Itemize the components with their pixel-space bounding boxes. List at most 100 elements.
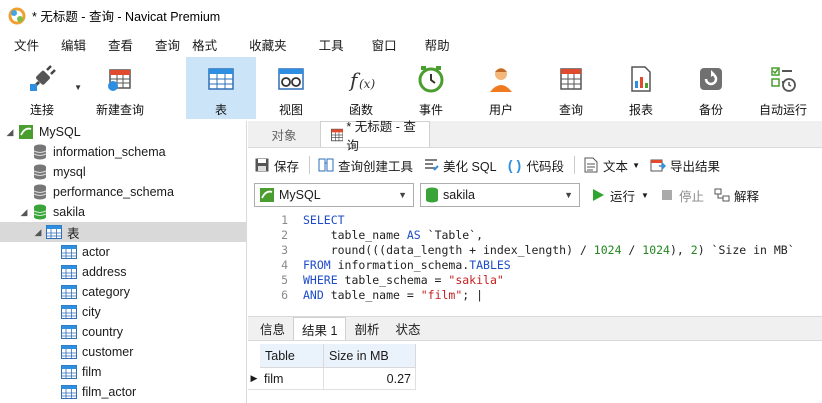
column-header-size[interactable]: Size in MB — [324, 344, 416, 368]
tree-table-category[interactable]: category — [61, 282, 130, 302]
automation-button[interactable]: 自动运行 — [746, 57, 820, 119]
new-query-button[interactable]: 新建查询 — [84, 57, 156, 119]
table-button[interactable]: 表 — [186, 57, 256, 119]
menu-tools[interactable]: 工具 — [311, 35, 352, 54]
export-icon — [650, 157, 666, 173]
sql-keyword: SELECT — [303, 213, 345, 227]
chevron-down-icon: ▼ — [564, 190, 573, 200]
tree-table-film[interactable]: film — [61, 362, 101, 382]
run-button[interactable]: 运行 ▼ — [590, 186, 649, 205]
text-label: 文本 — [603, 159, 629, 174]
query-label: 查询 — [558, 103, 583, 117]
table-icon — [61, 304, 77, 320]
tab-info[interactable]: 信息 — [252, 317, 293, 340]
menu-view[interactable]: 查看 — [100, 35, 141, 54]
sql-keyword: AS — [406, 228, 421, 242]
function-button[interactable]: f (x) 函数 — [326, 57, 396, 119]
sql-line-5: WHERE table_schema = "sakila" — [303, 273, 504, 287]
sql-number: 1024 — [642, 243, 670, 257]
tab-query[interactable]: * 无标题 - 查询 — [320, 120, 430, 153]
chevron-down-icon[interactable]: ▼ — [641, 191, 649, 200]
tab-profile[interactable]: 剖析 — [346, 317, 387, 340]
report-label: 报表 — [628, 103, 653, 117]
collapse-arrow-icon[interactable]: ◢ — [4, 127, 16, 138]
sql-line-2: table_name AS `Table`, — [303, 228, 484, 242]
tree-db-performance-schema[interactable]: performance_schema — [32, 182, 174, 202]
menu-help[interactable]: 帮助 — [417, 35, 458, 54]
column-header-table[interactable]: Table — [260, 344, 324, 368]
sql-line-3: round(((data_length + index_length) / 10… — [303, 243, 795, 257]
stop-button[interactable]: 停止 — [659, 186, 704, 205]
tab-result-1[interactable]: 结果 1 — [293, 317, 347, 340]
tab-objects[interactable]: 对象 — [248, 121, 320, 147]
explain-label: 解释 — [733, 189, 759, 204]
view-button[interactable]: 视图 — [256, 57, 326, 119]
connection-bar: MySQL ▼ sakila ▼ 运行 ▼ 停止 解释 — [248, 181, 822, 209]
tree-table-customer[interactable]: customer — [61, 342, 133, 362]
connect-button[interactable]: 连接 ▼ — [0, 57, 84, 119]
collapse-arrow-icon[interactable]: ◢ — [32, 227, 44, 238]
connect-label: 连接 — [29, 103, 54, 117]
table-icon — [61, 384, 77, 400]
collapse-arrow-icon[interactable]: ◢ — [18, 207, 30, 218]
tree-db-information-schema[interactable]: information_schema — [32, 142, 166, 162]
run-label: 运行 — [610, 189, 636, 204]
tree-db-sakila[interactable]: ◢ sakila — [0, 202, 85, 222]
code-snippet-button[interactable]: ( ) 代码段 — [507, 156, 564, 175]
query-builder-icon — [318, 157, 334, 173]
beautify-sql-button[interactable]: 美化 SQL — [423, 156, 497, 175]
text-button[interactable]: 文本 ▼ — [583, 156, 640, 175]
user-icon — [485, 63, 517, 95]
sql-editor[interactable]: 1 2 3 4 5 6 SELECT table_name AS `Table`… — [248, 211, 822, 314]
menu-favorites[interactable]: 收藏夹 — [241, 35, 295, 54]
chevron-down-icon[interactable]: ▼ — [74, 83, 82, 92]
save-button[interactable]: 保存 — [254, 156, 299, 175]
tree-table-country[interactable]: country — [61, 322, 123, 342]
tree-table-address[interactable]: address — [61, 262, 126, 282]
tree-table-film-actor[interactable]: film_actor — [61, 382, 136, 402]
event-button[interactable]: 事件 — [396, 57, 466, 119]
tree-table-city[interactable]: city — [61, 302, 101, 322]
report-button[interactable]: 报表 — [606, 57, 676, 119]
explain-button[interactable]: 解释 — [714, 186, 759, 205]
table-icon — [61, 344, 77, 360]
database-active-icon — [32, 204, 48, 220]
table-name: address — [82, 265, 127, 279]
menu-query[interactable]: 查询 — [147, 35, 184, 54]
menu-format[interactable]: 格式 — [184, 35, 225, 54]
tree-db-mysql[interactable]: mysql — [32, 162, 86, 182]
database-select[interactable]: sakila ▼ — [420, 183, 580, 207]
query-tab-icon — [331, 128, 344, 141]
table-cell[interactable]: 0.27 — [324, 368, 416, 390]
tree-table-actor[interactable]: actor — [61, 242, 110, 262]
database-name: sakila — [53, 205, 85, 219]
window-title: * 无标题 - 查询 - Navicat Premium — [32, 10, 221, 24]
sql-line-6: AND table_name = "film"; | — [303, 288, 484, 302]
database-icon — [32, 164, 48, 180]
connection-select[interactable]: MySQL ▼ — [254, 183, 414, 207]
query-builder-button[interactable]: 查询创建工具 — [318, 156, 413, 175]
backup-button[interactable]: 备份 — [676, 57, 746, 119]
toolbar-divider — [309, 156, 311, 174]
sql-number: 1024 — [593, 243, 622, 257]
chevron-down-icon: ▼ — [398, 190, 407, 200]
tab-status[interactable]: 状态 — [387, 317, 428, 340]
tree-connection-mysql[interactable]: ◢ MySQL — [0, 122, 246, 142]
menu-edit[interactable]: 编辑 — [53, 35, 94, 54]
menu-file[interactable]: 文件 — [6, 35, 47, 54]
explain-icon — [714, 187, 730, 203]
menu-window[interactable]: 窗口 — [364, 35, 405, 54]
export-result-button[interactable]: 导出结果 — [650, 156, 720, 175]
event-clock-icon — [415, 63, 447, 95]
text-doc-icon — [583, 157, 599, 173]
mysql-connection-icon — [18, 124, 34, 140]
navigation-tree: ◢ MySQL information_schema mysql perform… — [0, 121, 247, 403]
table-folder-icon — [46, 224, 62, 240]
database-icon — [32, 144, 48, 160]
table-icon — [205, 63, 237, 95]
user-button[interactable]: 用户 — [466, 57, 536, 119]
tree-tables-folder[interactable]: ◢ 表 — [0, 222, 246, 242]
chevron-down-icon[interactable]: ▼ — [632, 161, 640, 170]
query-button[interactable]: 查询 — [536, 57, 606, 119]
table-cell[interactable]: film — [260, 368, 324, 390]
